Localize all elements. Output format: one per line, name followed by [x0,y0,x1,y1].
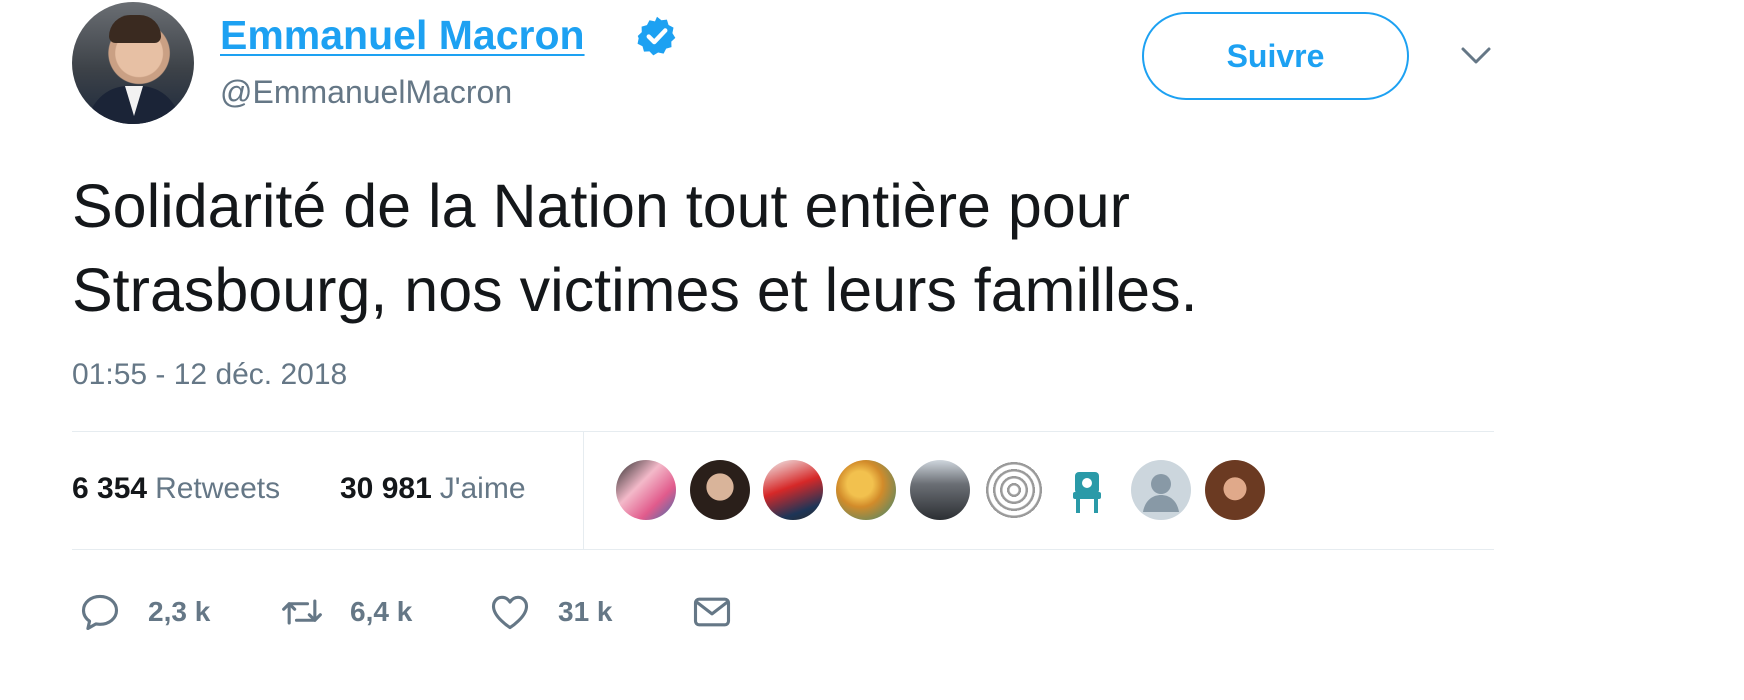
likes-label: J'aime [439,472,526,505]
divider-top [72,431,1494,432]
liker-avatar-default[interactable] [1131,460,1191,520]
tweet-text-line-2: Strasbourg, nos victimes et leurs famill… [72,256,1198,324]
stats-divider [583,432,584,550]
follow-button[interactable]: Suivre [1142,12,1409,100]
liker-avatar[interactable] [836,460,896,520]
verified-badge-icon [637,16,676,56]
mail-icon [693,597,731,627]
reply-button[interactable]: 2,3 k [78,590,210,634]
default-user-icon [1143,474,1179,512]
heart-icon [491,595,529,630]
likes-count: 30 981 [340,472,432,505]
tweet-timestamp[interactable]: 01:55 - 12 déc. 2018 [72,358,347,392]
reply-icon [81,594,119,631]
profile-avatar[interactable] [72,2,194,124]
liker-avatar[interactable] [690,460,750,520]
like-button[interactable]: 31 k [488,590,613,634]
retweets-stat[interactable]: 6 354 Retweets [72,472,280,506]
retweets-label: Retweets [155,472,281,505]
likes-stat[interactable]: 30 981 J'aime [340,472,526,506]
author-handle: @EmmanuelMacron [220,74,513,110]
reply-count: 2,3 k [148,596,211,627]
retweets-count: 6 354 [72,472,148,505]
chevron-down-icon[interactable] [1460,46,1492,66]
liker-avatar[interactable] [910,460,970,520]
liker-avatar[interactable] [1057,460,1117,520]
liker-avatar[interactable] [616,460,676,520]
liker-avatar[interactable] [1205,460,1265,520]
like-count: 31 k [558,596,613,627]
chair-icon [1073,472,1101,513]
tweet-text-line-1: Solidarité de la Nation tout entière pou… [72,172,1130,240]
tweet-text: Solidarité de la Nation tout entière pou… [72,164,1492,332]
divider-bottom [72,549,1494,550]
liker-avatar[interactable] [984,460,1044,520]
author-name-link[interactable]: Emmanuel Macron [220,12,585,59]
retweet-button[interactable]: 6,4 k [280,590,412,634]
retweet-count: 6,4 k [350,596,413,627]
retweet-icon [282,599,322,625]
direct-message-button[interactable] [690,590,734,634]
liker-avatar[interactable] [763,460,823,520]
